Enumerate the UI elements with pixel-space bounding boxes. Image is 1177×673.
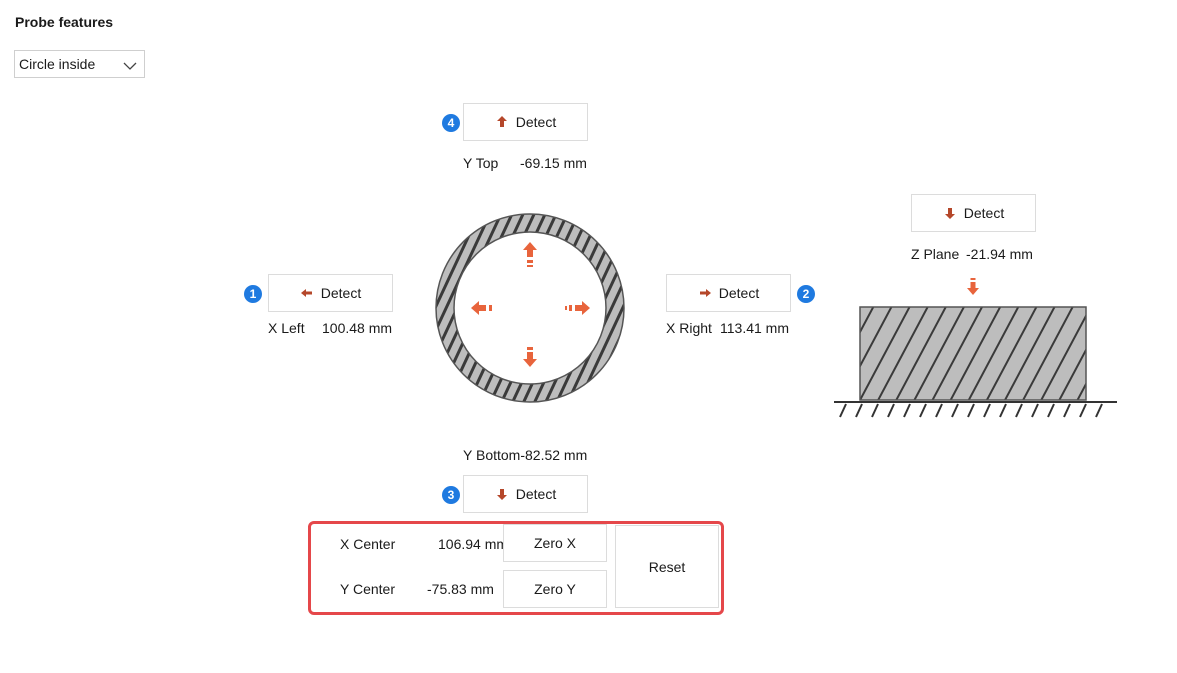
arrow-down-icon <box>943 206 957 220</box>
circle-inside-diagram <box>434 211 626 410</box>
zero-y-label: Zero Y <box>534 581 576 597</box>
arrow-down-icon <box>967 278 979 295</box>
arrow-right-icon <box>698 286 712 300</box>
detect-x-left-button[interactable]: Detect <box>268 274 393 312</box>
probe-feature-select[interactable]: Circle inside <box>14 50 145 78</box>
y-bottom-readout: Y Bottom-82.52 mm <box>463 447 588 463</box>
step-badge-1: 1 <box>244 285 262 303</box>
x-right-label: X Right <box>666 320 712 336</box>
z-plane-label: Z Plane <box>911 246 960 262</box>
detect-y-top-button[interactable]: Detect <box>463 103 588 141</box>
x-left-value: 100.48 mm <box>322 320 393 336</box>
y-bottom-value: -82.52 mm <box>520 447 588 463</box>
y-top-label: Y Top <box>463 155 499 171</box>
reset-button[interactable]: Reset <box>615 525 719 608</box>
x-center-label: X Center <box>340 536 396 552</box>
arrow-down-icon <box>495 487 509 501</box>
detect-label: Detect <box>963 205 1005 221</box>
step-badge-3: 3 <box>442 486 460 504</box>
detect-y-bottom-button[interactable]: Detect <box>463 475 588 513</box>
x-right-value: 113.41 mm <box>720 320 789 336</box>
zero-x-label: Zero X <box>533 535 576 551</box>
x-center-value: 106.94 mm <box>438 536 509 552</box>
z-plane-value: -21.94 mm <box>966 246 1033 262</box>
step-badge-4: 4 <box>442 114 460 132</box>
detect-label: Detect <box>718 285 760 301</box>
detect-z-plane-button[interactable]: Detect <box>911 194 1036 232</box>
detect-label: Detect <box>320 285 362 301</box>
page-title: Probe features <box>15 14 114 30</box>
arrow-up-icon <box>495 115 509 129</box>
step-badge-2: 2 <box>797 285 815 303</box>
detect-x-right-button[interactable]: Detect <box>666 274 791 312</box>
arrow-left-icon <box>300 286 314 300</box>
probe-feature-select-value: Circle inside <box>19 56 96 72</box>
detect-label: Detect <box>515 486 557 502</box>
y-bottom-label: Y Bottom <box>463 447 521 463</box>
zero-x-button[interactable]: Zero X <box>503 524 607 562</box>
x-left-label: X Left <box>268 320 305 336</box>
y-top-value: -69.15 mm <box>520 155 587 171</box>
detect-label: Detect <box>515 114 557 130</box>
y-center-label: Y Center <box>340 581 395 597</box>
zero-y-button[interactable]: Zero Y <box>503 570 607 608</box>
chevron-down-icon <box>122 56 138 82</box>
y-center-value: -75.83 mm <box>427 581 494 597</box>
reset-label: Reset <box>648 558 686 575</box>
z-plane-diagram <box>832 276 1122 426</box>
